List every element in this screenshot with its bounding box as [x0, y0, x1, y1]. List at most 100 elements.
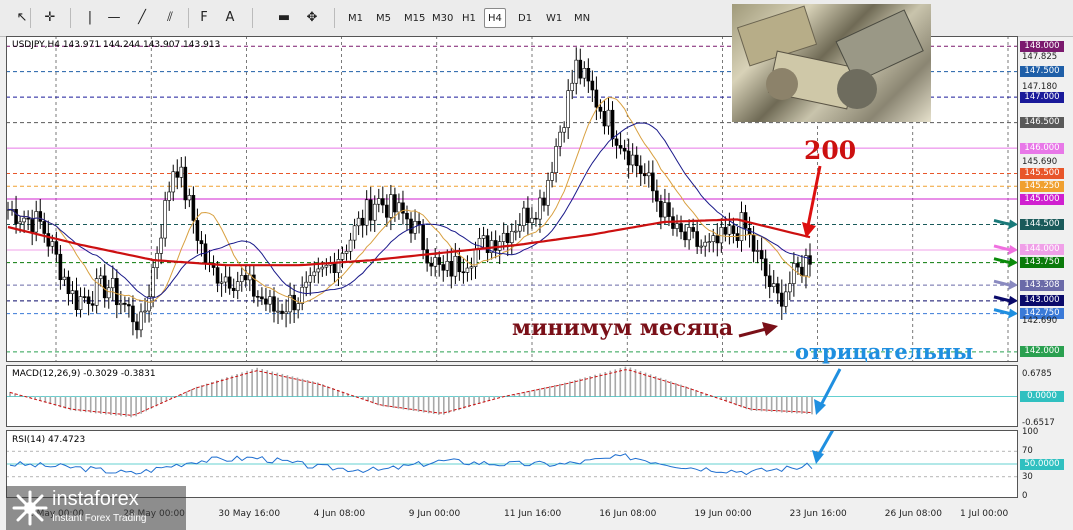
- price-candle: [594, 89, 599, 108]
- price-candle: [78, 296, 83, 310]
- price-candle: [675, 223, 679, 229]
- price-tag-144-500: 144.500: [1020, 218, 1064, 230]
- price-candle: [646, 172, 651, 177]
- price-candle: [42, 221, 47, 234]
- price-candle: [461, 271, 466, 274]
- price-candle: [115, 278, 119, 306]
- price-candle: [642, 173, 647, 177]
- level-pointer-arrow: [993, 308, 1011, 316]
- macd-chart[interactable]: [6, 365, 1018, 427]
- timeframe-h1[interactable]: H1: [458, 8, 480, 28]
- price-candle: [276, 310, 280, 313]
- price-candle: [280, 310, 284, 314]
- timeframe-m15[interactable]: M15: [400, 8, 429, 28]
- rsi-scale-label: 0: [1022, 491, 1028, 501]
- negative-arrowhead-rsi: [812, 450, 824, 464]
- price-tag-143-750: 143.750: [1020, 257, 1064, 269]
- price-candle: [86, 296, 91, 304]
- price-candle: [409, 218, 413, 234]
- price-candle: [66, 276, 71, 295]
- price-candle: [22, 217, 26, 223]
- horizontal-line-tool-icon[interactable]: —: [104, 8, 124, 28]
- cursor-tool-icon[interactable]: ↖: [12, 8, 32, 28]
- price-candle: [381, 198, 385, 206]
- vertical-line-tool-icon[interactable]: |: [80, 8, 100, 28]
- label-tool-icon[interactable]: ▬: [274, 8, 294, 28]
- price-candle: [296, 303, 300, 311]
- price-candle: [332, 262, 337, 273]
- toolbar-separator: [252, 8, 253, 28]
- price-candle: [606, 109, 611, 127]
- price-candle: [763, 258, 768, 277]
- price-candle: [191, 195, 196, 221]
- price-candle: [566, 90, 570, 128]
- price-tag-145-250: 145.250: [1020, 180, 1064, 192]
- time-label: 1 Jul 00:00: [960, 509, 1009, 519]
- timeframe-m30[interactable]: M30: [428, 8, 457, 28]
- price-candle: [509, 231, 514, 243]
- price-candle: [759, 250, 764, 260]
- timeframe-m5[interactable]: M5: [372, 8, 395, 28]
- timeframe-m1[interactable]: M1: [344, 8, 367, 28]
- price-candle: [183, 166, 188, 201]
- channel-tool-icon[interactable]: ⫽: [160, 8, 180, 28]
- price-candle: [534, 217, 538, 220]
- price-candle: [784, 291, 788, 307]
- price-candle: [74, 290, 79, 310]
- timeframe-h4[interactable]: H4: [484, 8, 506, 28]
- level-pointer-arrowhead: [1008, 295, 1018, 306]
- shapes-tool-icon[interactable]: ✥: [302, 8, 322, 28]
- level-pointer-arrow: [993, 257, 1011, 265]
- crosshair-tool-icon[interactable]: ✛: [40, 8, 60, 28]
- price-candle: [735, 233, 740, 242]
- price-candle: [804, 255, 808, 277]
- month-low-arrow: [738, 327, 767, 338]
- price-label: 147.180: [1022, 81, 1058, 92]
- price-candle: [618, 145, 623, 149]
- price-candle: [324, 264, 329, 268]
- price-candle: [171, 171, 176, 193]
- price-candle: [304, 281, 309, 288]
- price-candle: [501, 232, 506, 242]
- price-candle: [376, 198, 381, 205]
- fibonacci-tool-icon[interactable]: F: [194, 8, 214, 28]
- price-candle: [34, 211, 39, 233]
- price-candle: [348, 239, 353, 252]
- price-candle: [167, 191, 172, 201]
- trendline-tool-icon[interactable]: ╱: [132, 8, 152, 28]
- price-tag-147-000: 147.000: [1020, 91, 1064, 103]
- price-candle: [727, 225, 732, 235]
- price-candle: [441, 264, 446, 271]
- price-candle: [731, 225, 736, 234]
- timeframe-d1[interactable]: D1: [514, 8, 536, 28]
- price-candle: [239, 275, 244, 282]
- timeframe-w1[interactable]: W1: [542, 8, 566, 28]
- price-candle: [14, 209, 18, 224]
- price-candle: [655, 190, 659, 202]
- price-candle: [590, 80, 595, 91]
- toolbar-separator: [70, 8, 71, 28]
- price-candle: [699, 245, 703, 248]
- price-candle: [562, 127, 566, 133]
- price-candle: [429, 262, 433, 267]
- price-candle: [634, 154, 639, 167]
- price-candle: [123, 302, 127, 305]
- logo-name: instaforex: [52, 488, 139, 510]
- rsi-scale-label: 70: [1022, 446, 1033, 457]
- text-tool-icon[interactable]: A: [220, 8, 240, 28]
- price-candle: [638, 165, 643, 174]
- price-tag-147-500: 147.500: [1020, 66, 1064, 78]
- price-candle: [235, 281, 240, 291]
- timeframe-mn[interactable]: MN: [570, 8, 594, 28]
- rsi-scale-label: 100: [1022, 427, 1039, 437]
- price-candle: [135, 321, 139, 331]
- price-candle: [127, 304, 131, 307]
- price-candle: [227, 276, 232, 289]
- price-tag-148-000: 148.000: [1020, 40, 1064, 52]
- price-candle: [316, 268, 321, 273]
- level-pointer-arrowhead: [1008, 257, 1018, 268]
- price-candle: [54, 241, 59, 255]
- logo-subtitle: Instant Forex Trading: [52, 513, 147, 524]
- price-candle: [119, 302, 123, 306]
- price-candle: [622, 147, 627, 152]
